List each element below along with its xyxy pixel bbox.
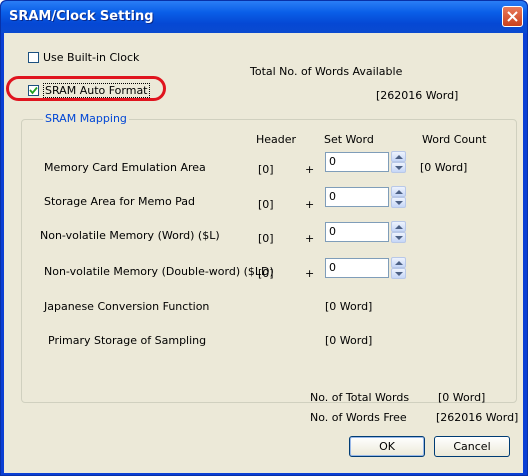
words-available-label: Total No. of Words Available: [250, 65, 403, 78]
set-word-value: 0: [329, 190, 336, 203]
row-header-value: [0]: [258, 198, 274, 211]
plus-sign: +: [305, 198, 315, 211]
arrow-down-icon: [395, 201, 403, 205]
set-word-input-memory-card[interactable]: 0: [325, 152, 389, 172]
words-available-value: [262016 Word]: [376, 89, 459, 102]
row-label-nonvolatile-word: Non-volatile Memory (Word) ($L): [40, 229, 220, 242]
spin-down-button[interactable]: [391, 162, 406, 173]
arrow-down-icon: [395, 272, 403, 276]
dialog-window: SRAM/Clock Setting Use Built-in Clock SR…: [0, 0, 528, 476]
spin-down-button[interactable]: [391, 197, 406, 208]
set-word-input-nonvolatile-double-word[interactable]: 0: [325, 258, 389, 278]
row-value-primary-storage-sampling: [0 Word]: [325, 334, 373, 347]
set-word-value: 0: [329, 155, 336, 168]
spin-down-button[interactable]: [391, 268, 406, 279]
header-column-label: Header: [256, 133, 297, 146]
use-builtin-clock-label: Use Built-in Clock: [43, 51, 140, 64]
arrow-up-icon: [395, 225, 403, 229]
spin-up-button[interactable]: [391, 221, 406, 232]
checkbox-box[interactable]: [28, 52, 39, 63]
close-icon: [507, 11, 518, 22]
row-header-value: [0]: [258, 163, 274, 176]
spin-up-button[interactable]: [391, 186, 406, 197]
free-words-value: [262016 Word]: [436, 411, 519, 424]
sram-mapping-legend: SRAM Mapping: [43, 112, 129, 125]
set-word-column-label: Set Word: [324, 133, 374, 146]
arrow-up-icon: [395, 190, 403, 194]
plus-sign: +: [305, 163, 315, 176]
total-words-label: No. of Total Words: [310, 391, 410, 404]
word-count-column-label: Word Count: [422, 133, 487, 146]
plus-sign: +: [305, 267, 315, 280]
set-word-spinner-nonvolatile-word[interactable]: [391, 221, 406, 243]
arrow-up-icon: [395, 261, 403, 265]
set-word-spinner-memo-pad[interactable]: [391, 186, 406, 208]
dialog-body: Use Built-in Clock SRAM Auto Format Tota…: [4, 33, 523, 473]
row-label-japanese-conversion: Japanese Conversion Function: [44, 300, 210, 313]
spin-down-button[interactable]: [391, 232, 406, 243]
row-value-japanese-conversion: [0 Word]: [325, 300, 373, 313]
close-button[interactable]: [502, 6, 523, 27]
set-word-spinner-nonvolatile-double-word[interactable]: [391, 257, 406, 279]
window-title: SRAM/Clock Setting: [9, 9, 154, 24]
set-word-input-memo-pad[interactable]: 0: [325, 187, 389, 207]
free-words-label: No. of Words Free: [310, 411, 407, 424]
row-label-nonvolatile-double-word: Non-volatile Memory (Double-word) ($LD): [44, 265, 274, 278]
cancel-button[interactable]: Cancel: [434, 436, 510, 457]
row-header-value: [0]: [258, 232, 274, 245]
set-word-spinner-memory-card[interactable]: [391, 151, 406, 173]
set-word-input-nonvolatile-word[interactable]: 0: [325, 222, 389, 242]
highlight-annotation: [6, 76, 166, 101]
arrow-down-icon: [395, 166, 403, 170]
row-label-primary-storage-sampling: Primary Storage of Sampling: [48, 334, 207, 347]
arrow-up-icon: [395, 155, 403, 159]
set-word-value: 0: [329, 261, 336, 274]
row-label-memory-card-emulation: Memory Card Emulation Area: [44, 161, 206, 174]
spin-up-button[interactable]: [391, 257, 406, 268]
total-words-value: [0 Word]: [438, 391, 486, 404]
set-word-value: 0: [329, 225, 336, 238]
title-bar[interactable]: SRAM/Clock Setting: [1, 1, 527, 33]
arrow-down-icon: [395, 236, 403, 240]
row-header-value: [0]: [258, 267, 274, 280]
use-builtin-clock-checkbox[interactable]: Use Built-in Clock: [28, 51, 139, 64]
ok-button[interactable]: OK: [349, 436, 425, 457]
spin-up-button[interactable]: [391, 151, 406, 162]
plus-sign: +: [305, 232, 315, 245]
row-word-count: [0 Word]: [420, 161, 468, 174]
row-label-memo-pad: Storage Area for Memo Pad: [44, 195, 196, 208]
